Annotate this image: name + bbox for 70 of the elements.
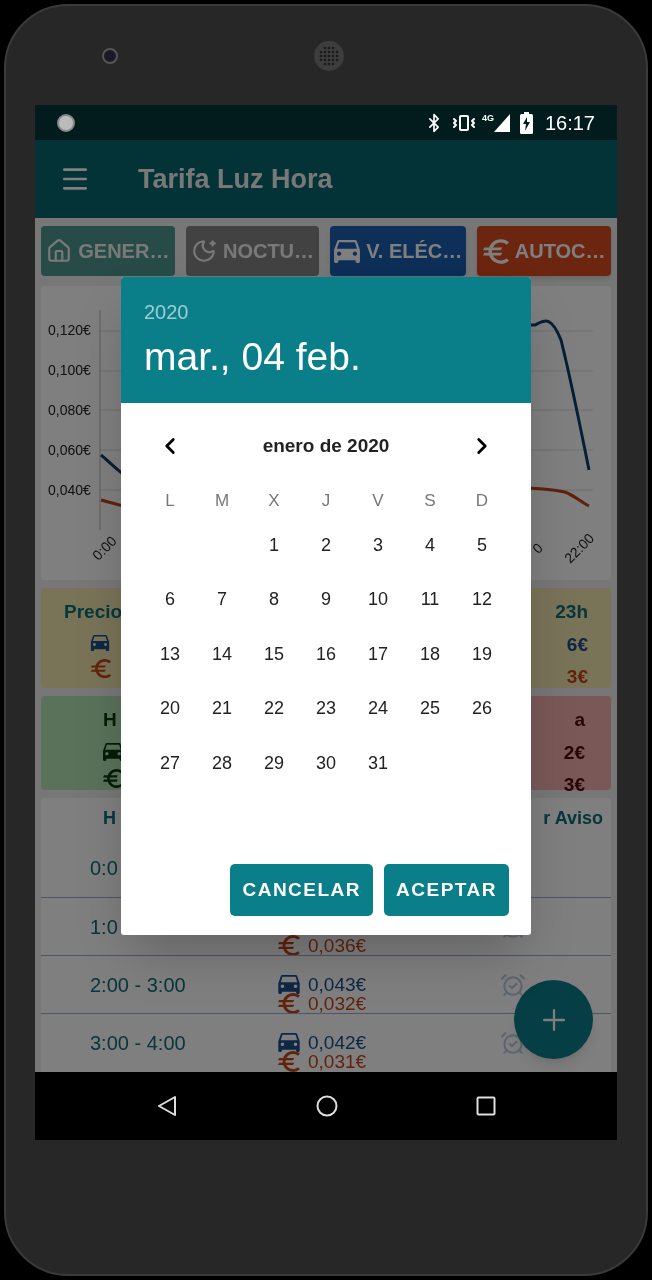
weekday-label: D: [474, 490, 490, 512]
dialog-action-button[interactable]: ACEPTAR: [384, 864, 509, 916]
self-price: 3€: [563, 773, 585, 797]
calendar-day[interactable]: 2: [300, 518, 352, 573]
calendar-day[interactable]: 7: [196, 572, 248, 627]
ev-price: 0,042€: [308, 1033, 367, 1052]
y-axis-label: 0,100€: [48, 361, 92, 380]
calendar-day[interactable]: 17: [352, 627, 404, 682]
calendar-day[interactable]: 14: [196, 627, 248, 682]
y-axis-label: 0,120€: [48, 321, 92, 340]
ev-price: 6€: [566, 632, 588, 657]
calendar-day[interactable]: 15: [248, 627, 300, 682]
weekday-label: L: [164, 490, 176, 512]
calendar-day[interactable]: 23: [300, 681, 352, 736]
app-title: Tarifa Luz Hora: [138, 162, 333, 196]
weekday-label: J: [320, 490, 332, 512]
column-header: H: [103, 807, 116, 830]
selected-date: mar., 04 feb.: [144, 334, 361, 380]
weekday-label: X: [267, 490, 281, 512]
card-title: H: [103, 708, 117, 732]
calendar-day[interactable]: 21: [196, 681, 248, 736]
calendar-day[interactable]: 10: [352, 572, 404, 627]
calendar-day[interactable]: 20: [144, 681, 196, 736]
calendar-day[interactable]: 24: [352, 681, 404, 736]
calendar-day[interactable]: 18: [404, 627, 456, 682]
hour-range: 1:0: [90, 914, 119, 940]
self-price: 0,032€: [308, 994, 367, 1013]
hour-range: 2:00 - 3:00: [90, 972, 187, 998]
calendar-day[interactable]: 16: [300, 627, 352, 682]
calendar-day[interactable]: 27: [144, 736, 196, 791]
calendar-day[interactable]: 28: [196, 736, 248, 791]
ev-price: 0,043€: [308, 975, 367, 994]
calendar-day[interactable]: 25: [404, 681, 456, 736]
dialog-action-button[interactable]: CANCELAR: [230, 864, 374, 916]
x-axis-label: 0: [528, 538, 548, 559]
calendar-day[interactable]: 31: [352, 736, 404, 791]
weekday-label: V: [371, 490, 385, 512]
column-header: r Aviso: [543, 807, 603, 830]
self-price: 3€: [566, 665, 588, 689]
y-axis-label: 0,060€: [48, 441, 92, 460]
calendar-day[interactable]: 1: [248, 518, 300, 573]
calendar-day[interactable]: 8: [248, 572, 300, 627]
y-axis-label: 0,040€: [48, 481, 92, 500]
network-label: 4G: [481, 112, 494, 125]
calendar-day[interactable]: 26: [456, 681, 508, 736]
status-time: 16:17: [544, 110, 595, 136]
self-price: 0,036€: [308, 936, 367, 955]
hour-range: 3:00 - 4:00: [90, 1030, 187, 1056]
calendar-day[interactable]: 13: [144, 627, 196, 682]
calendar-day[interactable]: 29: [248, 736, 300, 791]
self-price: 0,031€: [308, 1052, 367, 1071]
calendar-day[interactable]: 22: [248, 681, 300, 736]
ev-price: 2€: [563, 740, 585, 765]
calendar-day[interactable]: 11: [404, 572, 456, 627]
calendar-day[interactable]: 9: [300, 572, 352, 627]
calendar-day[interactable]: 19: [456, 627, 508, 682]
calendar-day[interactable]: 4: [404, 518, 456, 573]
calendar-day[interactable]: 30: [300, 736, 352, 791]
calendar-day[interactable]: 5: [456, 518, 508, 573]
y-axis-label: 0,080€: [48, 401, 92, 420]
hour-range: 0:0: [90, 856, 119, 881]
card-title: Precio: [64, 600, 123, 624]
card-title: a: [574, 708, 585, 732]
month-label: enero de 2020: [262, 433, 390, 458]
weekday-label: M: [213, 490, 231, 512]
calendar-day[interactable]: 6: [144, 572, 196, 627]
weekday-label: S: [423, 490, 437, 512]
calendar-day[interactable]: 12: [456, 572, 508, 627]
card-title: 23h: [555, 600, 588, 624]
calendar-day[interactable]: 3: [352, 518, 404, 573]
